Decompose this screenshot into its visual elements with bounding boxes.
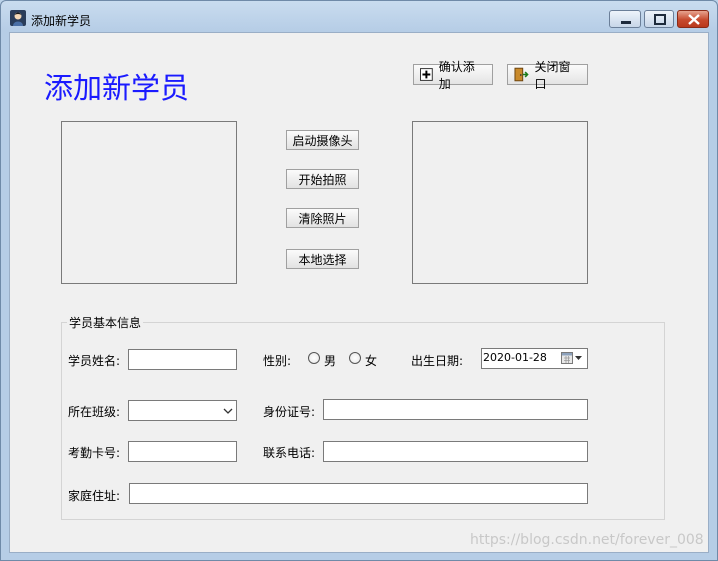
watermark: https://blog.csdn.net/forever_008 xyxy=(470,532,704,548)
class-select[interactable] xyxy=(128,400,237,421)
minimize-icon xyxy=(621,21,631,24)
start-camera-label: 启动摄像头 xyxy=(292,133,353,148)
title-bar[interactable]: 添加新学员 xyxy=(1,1,717,33)
birth-date-picker[interactable]: 2020-01-28 xyxy=(481,348,588,369)
phone-input[interactable] xyxy=(323,441,588,462)
name-label: 学员姓名: xyxy=(68,354,121,368)
gender-label: 性别: xyxy=(263,354,292,368)
phone-label: 联系电话: xyxy=(263,446,316,460)
close-window-label: 关闭窗口 xyxy=(534,59,571,91)
clear-photo-button[interactable]: 清除照片 xyxy=(286,208,359,228)
attendance-card-input[interactable] xyxy=(128,441,237,462)
gender-female-label: 女 xyxy=(365,354,378,368)
start-camera-button[interactable]: 启动摄像头 xyxy=(286,130,359,150)
name-input[interactable] xyxy=(128,349,237,370)
close-icon xyxy=(688,14,700,25)
gender-female-radio[interactable] xyxy=(349,352,361,364)
local-select-label: 本地选择 xyxy=(298,252,347,267)
app-window: 添加新学员 添加新学员 确认添加 关闭窗口 启动摄像头 开始拍照 清除照片 本地… xyxy=(0,0,718,561)
take-photo-label: 开始拍照 xyxy=(298,172,347,187)
take-photo-button[interactable]: 开始拍照 xyxy=(286,169,359,189)
form-area: 添加新学员 确认添加 关闭窗口 启动摄像头 开始拍照 清除照片 本地选择 学员基… xyxy=(9,32,709,553)
close-window-button[interactable] xyxy=(677,10,709,28)
birth-date-label: 出生日期: xyxy=(411,354,464,368)
birth-date-value: 2020-01-28 xyxy=(483,351,547,364)
minimize-button[interactable] xyxy=(609,10,641,28)
local-select-button[interactable]: 本地选择 xyxy=(286,249,359,269)
basic-info-group-title: 学员基本信息 xyxy=(67,314,144,331)
calendar-dropdown-icon[interactable] xyxy=(561,352,585,365)
attendance-card-label: 考勤卡号: xyxy=(68,446,121,460)
window-title: 添加新学员 xyxy=(31,14,92,28)
chevron-down-icon xyxy=(223,408,233,414)
address-label: 家庭住址: xyxy=(68,489,121,503)
restore-icon xyxy=(654,14,666,25)
gender-male-radio[interactable] xyxy=(308,352,320,364)
clear-photo-label: 清除照片 xyxy=(298,211,347,226)
camera-preview-box xyxy=(61,121,237,284)
confirm-add-label: 确认添加 xyxy=(438,59,475,91)
photo-preview-box xyxy=(412,121,588,284)
gender-male-label: 男 xyxy=(324,354,337,368)
id-card-input[interactable] xyxy=(323,399,588,420)
exit-door-icon xyxy=(514,67,529,82)
id-card-label: 身份证号: xyxy=(263,405,316,419)
confirm-add-button[interactable]: 确认添加 xyxy=(413,60,493,91)
close-window-form-button[interactable]: 关闭窗口 xyxy=(507,60,588,91)
page-title: 添加新学员 xyxy=(44,71,190,105)
maximize-button[interactable] xyxy=(644,10,674,28)
plus-icon xyxy=(420,68,433,81)
app-icon xyxy=(10,10,26,26)
address-input[interactable] xyxy=(129,483,588,504)
class-label: 所在班级: xyxy=(68,405,121,419)
